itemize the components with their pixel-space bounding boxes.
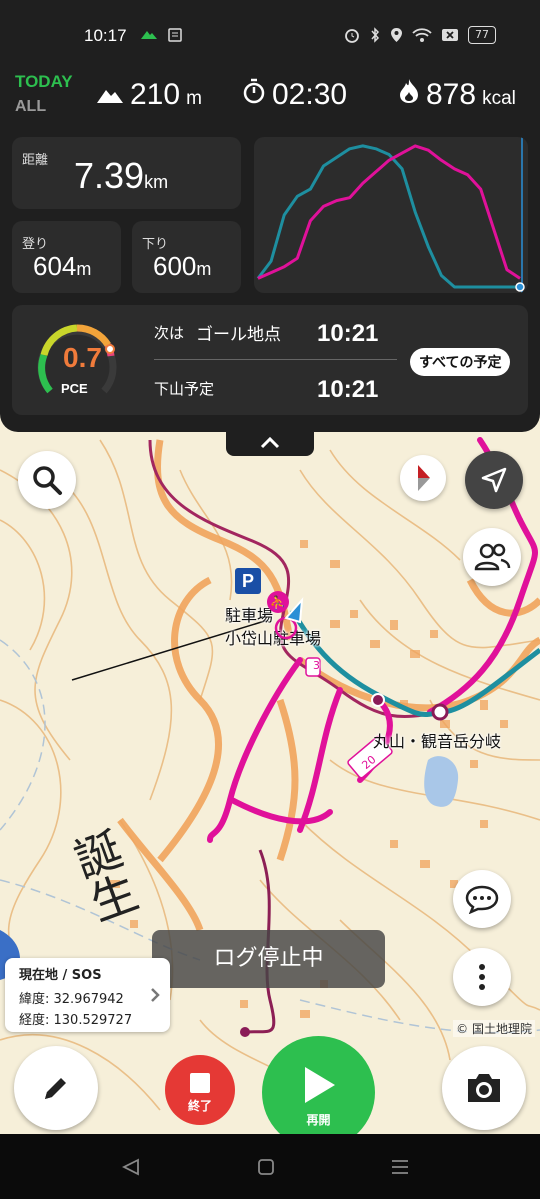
descent-label: 下り <box>142 237 169 252</box>
elevation-chart <box>256 137 525 293</box>
wifi-icon <box>412 27 432 42</box>
pencil-icon <box>45 1078 66 1099</box>
back-icon[interactable] <box>121 1158 141 1176</box>
all-tab[interactable]: ALL <box>15 98 46 116</box>
elevation-chart-card[interactable] <box>254 137 528 293</box>
more-button[interactable] <box>453 948 511 1006</box>
play-icon <box>304 1067 335 1103</box>
group-button[interactable] <box>463 528 521 586</box>
descent-card: 下り 600m <box>132 221 241 293</box>
distance-unit: km <box>144 172 169 192</box>
copyright-label: © 国土地理院 <box>453 1020 535 1037</box>
ascent-value: 604 <box>33 251 77 281</box>
home-icon[interactable] <box>257 1158 275 1176</box>
stop-label: 終了 <box>187 1098 212 1113</box>
calories-unit: kcal <box>482 88 516 109</box>
pce-value: 0.7 <box>63 342 102 373</box>
elevation-unit: m <box>186 88 202 109</box>
battery-icon: 77 <box>468 26 496 44</box>
chevron-right-icon <box>151 988 160 1002</box>
chat-icon <box>465 885 499 914</box>
next-label: 次は <box>154 324 185 342</box>
compass-button[interactable] <box>400 455 446 501</box>
chat-button[interactable] <box>453 870 511 928</box>
location-icon <box>391 28 402 42</box>
today-tab[interactable]: TODAY <box>15 72 73 92</box>
pace-schedule-card: 0.7 PCE 次は ゴール地点 10:21 下山予定 10:21 すべての予定 <box>12 305 528 415</box>
calories-stat: 878 kcal <box>398 78 516 112</box>
current-location-marker: ⛹ <box>267 591 304 640</box>
timer-icon <box>243 78 265 104</box>
pce-label: PCE <box>61 381 88 396</box>
search-icon <box>33 466 62 495</box>
log-stopped-banner: ログ停止中 <box>152 930 385 988</box>
mountain-icon <box>141 31 157 39</box>
descent-plan-label: 下山予定 <box>154 380 215 398</box>
location-sos-card[interactable]: 現在地 / SOS 緯度: 32.967942 経度: 130.529727 <box>5 958 170 1032</box>
descent-unit: m <box>196 259 212 279</box>
svg-text:⛹: ⛹ <box>270 594 286 611</box>
latitude-label: 緯度: 32.967942 <box>19 992 124 1007</box>
elapsed-time-stat: 02:30 <box>242 78 347 112</box>
status-time: 10:17 <box>84 26 127 45</box>
status-bar: 10:17 77 <box>0 0 540 70</box>
group-icon <box>474 543 511 571</box>
menu-icon[interactable] <box>390 1159 410 1175</box>
all-schedule-button[interactable]: すべての予定 <box>410 348 511 376</box>
compass-icon <box>418 465 430 491</box>
flame-icon <box>400 79 418 103</box>
ascent-unit: m <box>76 259 92 279</box>
junction-label: 丸山・観音岳分岐 <box>373 732 502 751</box>
stop-button[interactable]: 終了 <box>165 1055 235 1125</box>
alarm-icon <box>345 29 359 43</box>
ascent-card: 登り 604m <box>12 221 121 293</box>
elapsed-time-value: 02:30 <box>272 78 348 111</box>
next-place: ゴール地点 <box>196 325 281 345</box>
camera-button[interactable] <box>442 1046 526 1130</box>
chart-series-line-1 <box>257 144 521 280</box>
navigate-icon <box>481 467 507 493</box>
system-nav-bar <box>0 1134 540 1199</box>
elevation-value: 210 <box>130 78 181 111</box>
mountain-icon <box>97 90 123 103</box>
camera-icon <box>468 1074 500 1102</box>
calories-value: 878 <box>426 78 477 111</box>
resume-button[interactable]: 再開 <box>262 1036 375 1149</box>
activity-dashboard: TODAY ALL 210 m 02:30 878 kcal 距離 7.39km 登… <box>0 70 540 432</box>
descent-value: 600 <box>153 251 197 281</box>
close-box-icon <box>442 29 458 41</box>
location-card-title: 現在地 / SOS <box>19 968 102 983</box>
elevation-stat: 210 m <box>96 78 202 112</box>
notes-icon <box>168 28 182 42</box>
divider <box>154 359 397 360</box>
distance-label: 距離 <box>22 153 49 168</box>
distance-card: 距離 7.39km <box>12 137 241 209</box>
navigate-button[interactable] <box>465 451 523 509</box>
stop-icon <box>190 1072 210 1093</box>
chart-position-dot <box>515 282 525 292</box>
search-button[interactable] <box>18 451 76 509</box>
parking-icon: P <box>235 568 261 594</box>
route-number-label: 3 <box>313 659 320 672</box>
bluetooth-icon <box>371 27 380 43</box>
descent-plan-time: 10:21 <box>317 376 379 403</box>
distance-value: 7.39 <box>74 155 145 196</box>
more-icon <box>479 964 485 990</box>
longitude-label: 経度: 130.529727 <box>19 1013 133 1028</box>
ascent-label: 登り <box>22 237 49 252</box>
chevron-up-icon <box>260 436 280 449</box>
chart-series-line-0 <box>256 144 520 289</box>
collapse-dashboard-button[interactable] <box>226 432 314 456</box>
next-time: 10:21 <box>317 320 379 347</box>
resume-label: 再開 <box>306 1113 331 1127</box>
log-stopped-label: ログ停止中 <box>213 946 324 971</box>
edit-button[interactable] <box>14 1046 98 1130</box>
